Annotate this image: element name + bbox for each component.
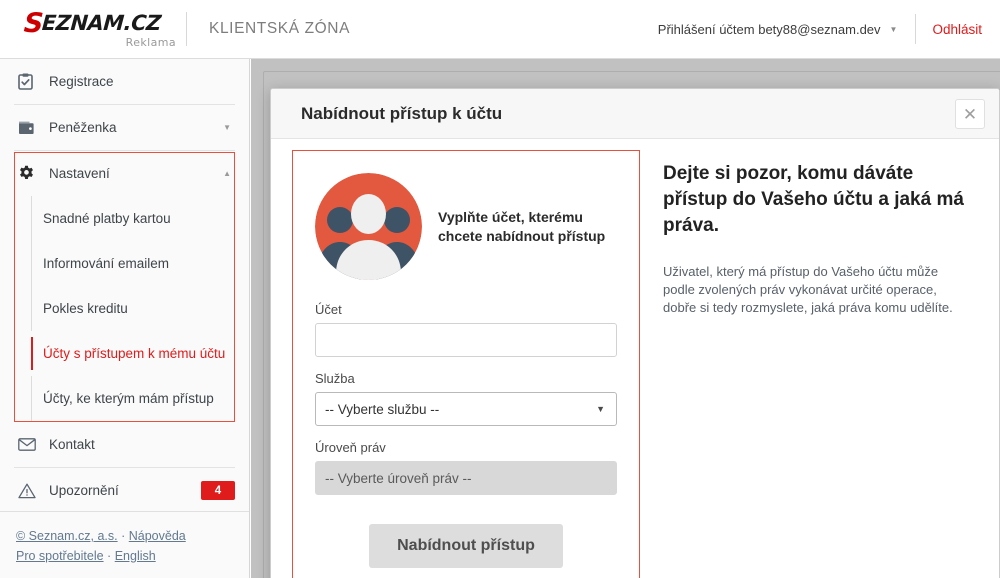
offer-access-submit-button[interactable]: Nabídnout přístup xyxy=(369,524,563,568)
header-account-area: Přihlášení účtem bety88@seznam.dev ▼ Odh… xyxy=(658,14,1000,44)
footer-separator: · xyxy=(121,529,126,543)
uroven-prav-select-value: -- Vyberte úroveň práv -- xyxy=(325,470,472,486)
gear-icon xyxy=(18,165,40,182)
sidebar-item-upozorneni[interactable]: Upozornění 4 xyxy=(0,468,249,513)
clipboard-check-icon xyxy=(18,73,40,90)
sidebar-subitem-label: Snadné platby kartou xyxy=(43,211,171,226)
chevron-up-icon: ▲ xyxy=(223,169,231,178)
sidebar-item-label: Kontakt xyxy=(49,437,95,452)
sluzba-select-value: -- Vyberte službu -- xyxy=(325,401,440,417)
label-sluzba: Služba xyxy=(315,371,355,386)
account-menu-button[interactable]: Přihlášení účtem bety88@seznam.dev ▼ xyxy=(658,22,900,37)
footer-row-1: © Seznam.cz, a.s. · Nápověda xyxy=(16,526,249,546)
info-text: Uživatel, který má přístup do Vašeho účt… xyxy=(663,264,953,315)
logo-wordmark-rest: EZNAM.CZ xyxy=(41,10,162,35)
sidebar-footer: © Seznam.cz, a.s. · Nápověda Pro spotřeb… xyxy=(0,511,249,566)
wallet-icon xyxy=(18,120,40,135)
ucet-input[interactable] xyxy=(315,323,617,357)
footer-link-copyright[interactable]: © Seznam.cz, a.s. xyxy=(16,529,118,543)
warning-triangle-icon xyxy=(18,483,40,499)
footer-separator: · xyxy=(107,549,112,563)
label-uroven-prav: Úroveň práv xyxy=(315,440,386,455)
sidebar-item-label: Peněženka xyxy=(49,120,117,135)
status-badge: 4 xyxy=(201,481,235,500)
header-divider xyxy=(186,12,187,46)
account-label: Přihlášení účtem bety88@seznam.dev xyxy=(657,21,881,37)
avatar-caption-line-2: chcete nabídnout přístup xyxy=(438,227,606,244)
envelope-icon xyxy=(18,438,40,451)
sidebar: Registrace Peněženka ▼ Nastavení ▲ Snadn… xyxy=(0,59,250,578)
sidebar-subitem-label: Pokles kreditu xyxy=(43,301,128,316)
sidebar-item-label: Nastavení xyxy=(49,166,110,181)
avatar-caption: Vyplňte účet, kterému chcete nabídnout p… xyxy=(438,208,605,246)
info-title: Dejte si pozor, komu dáváte přístup do V… xyxy=(663,163,964,236)
logo-subtitle: Reklama xyxy=(125,35,176,49)
sidebar-subitem-label: Účty, ke kterým mám přístup xyxy=(43,391,214,406)
modal-body: Vyplňte účet, kterému chcete nabídnout p… xyxy=(271,139,999,578)
sidebar-item-registrace[interactable]: Registrace xyxy=(0,59,249,104)
client-zone-title: KLIENTSKÁ ZÓNA xyxy=(209,20,351,37)
sidebar-subitem-ucty-ke-kterym-mam-pristup[interactable]: Účty, ke kterým mám přístup xyxy=(0,376,249,421)
chevron-down-icon: ▼ xyxy=(889,24,898,34)
app-root: SEZNAM.CZ Reklama KLIENTSKÁ ZÓNA Přihláš… xyxy=(0,0,1000,578)
sidebar-subitem-pokles-kreditu[interactable]: Pokles kreditu xyxy=(0,286,249,331)
submit-row: Nabídnout přístup xyxy=(315,524,617,568)
avatar-header-row: Vyplňte účet, kterému chcete nabídnout p… xyxy=(315,173,617,280)
sidebar-subitem-snadne-platby-kartou[interactable]: Snadné platby kartou xyxy=(0,196,249,241)
logout-link[interactable]: Odhlásit xyxy=(932,22,982,37)
sidebar-subitem-informovani-emailem[interactable]: Informování emailem xyxy=(0,241,249,286)
logo-wordmark: SEZNAM.CZ xyxy=(23,8,162,39)
top-header-bar: SEZNAM.CZ Reklama KLIENTSKÁ ZÓNA Přihláš… xyxy=(0,0,1000,59)
sluzba-select[interactable]: -- Vyberte službu -- ▼ xyxy=(315,392,617,426)
sidebar-item-label: Upozornění xyxy=(49,483,119,498)
footer-link-pro-spotrebitele[interactable]: Pro spotřebitele xyxy=(16,549,104,563)
sidebar-item-nastaveni[interactable]: Nastavení ▲ xyxy=(0,151,249,196)
chevron-down-icon: ▼ xyxy=(596,404,605,414)
footer-link-napoveda[interactable]: Nápověda xyxy=(129,529,186,543)
sidebar-subitem-label: Informování emailem xyxy=(43,256,170,271)
sidebar-item-kontakt[interactable]: Kontakt xyxy=(0,422,249,467)
avatar-caption-line-1: Vyplňte účet, kterému xyxy=(438,208,583,225)
footer-row-2: Pro spotřebitele · English xyxy=(16,546,249,566)
close-icon[interactable]: ✕ xyxy=(955,99,985,129)
sidebar-nav: Registrace Peněženka ▼ Nastavení ▲ Snadn… xyxy=(0,59,249,511)
seznam-reklama-logo[interactable]: SEZNAM.CZ Reklama xyxy=(0,8,180,49)
group-of-people-avatar-icon xyxy=(315,173,422,280)
footer-link-english[interactable]: English xyxy=(115,549,156,563)
uroven-prav-select[interactable]: -- Vyberte úroveň práv -- xyxy=(315,461,617,495)
sidebar-item-penezenka[interactable]: Peněženka ▼ xyxy=(0,105,249,150)
sidebar-subitem-label: Účty s přístupem k mému účtu xyxy=(43,346,226,361)
label-ucet: Účet xyxy=(315,302,342,317)
sidebar-subitem-ucty-s-pristupem-k-memu-uctu[interactable]: Účty s přístupem k mému účtu xyxy=(0,331,249,376)
chevron-down-icon: ▼ xyxy=(223,123,231,132)
offer-account-access-modal: Nabídnout přístup k účtu ✕ Vyplňte účet,… xyxy=(270,88,1000,578)
modal-header: Nabídnout přístup k účtu ✕ xyxy=(271,89,999,139)
header-divider-2 xyxy=(915,14,917,44)
modal-title: Nabídnout přístup k účtu xyxy=(301,103,503,123)
access-form: Vyplňte účet, kterému chcete nabídnout p… xyxy=(292,150,640,578)
sidebar-item-label: Registrace xyxy=(49,74,114,89)
warning-info-panel: Dejte si pozor, komu dáváte přístup do V… xyxy=(640,139,999,578)
